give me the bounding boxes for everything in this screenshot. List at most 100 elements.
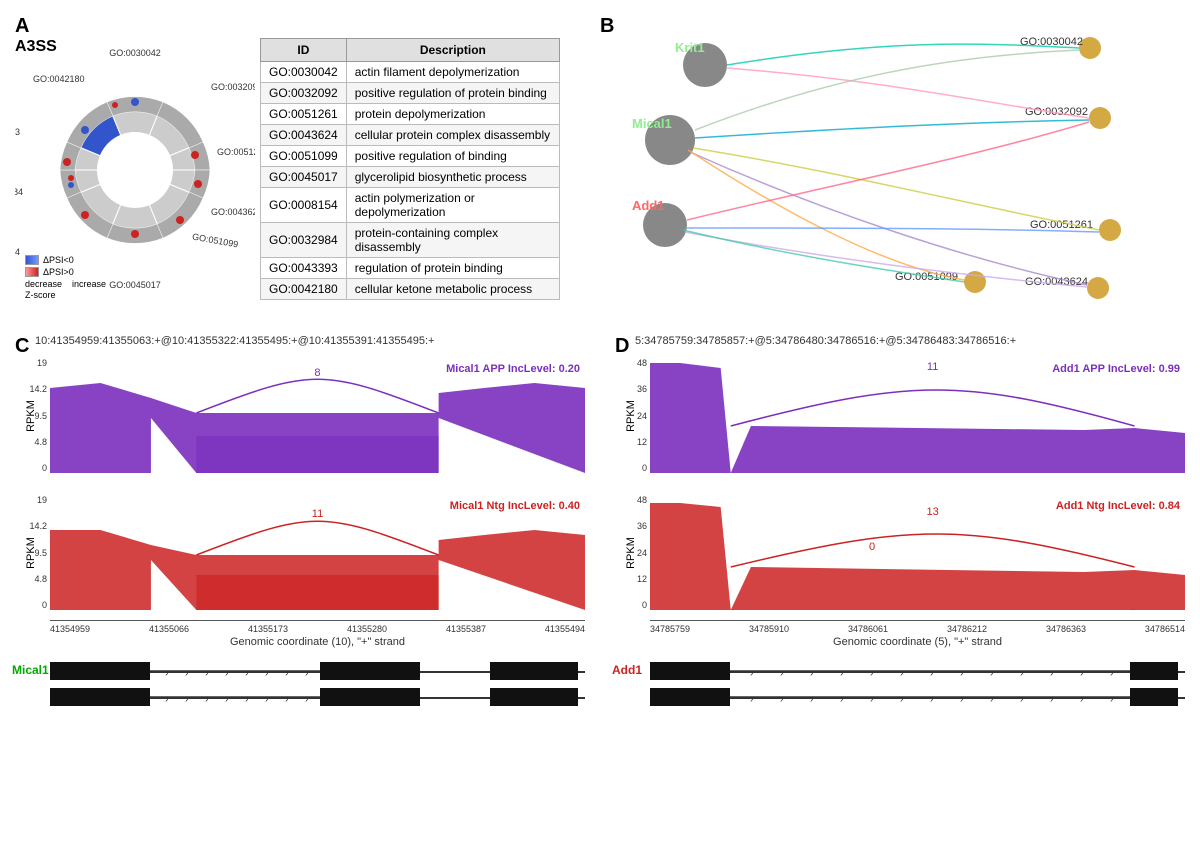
ntg-rpkm-plot: 1914.29.54.80 RPKM 11 21 Mical1 Ntg IncL… — [50, 495, 585, 610]
legend-zscore: Z-score — [25, 290, 56, 300]
svg-text:›: › — [1050, 694, 1053, 705]
svg-text:›: › — [285, 694, 288, 705]
ntg-track-container: 1914.29.54.80 RPKM 11 21 Mical1 Ntg IncL… — [10, 495, 590, 610]
ntg-area-chart: 11 21 — [50, 495, 585, 610]
panel-d-title: 5:34785759:34785857:+@5:34786480:3478651… — [635, 335, 1016, 347]
svg-text:›: › — [1110, 694, 1113, 705]
panel-b: B Krit1 Mical1 Add1 GO:0030042 GO:003209… — [600, 10, 1190, 320]
d-ntg-track-container: 483624120 RPKM 13 2 0 Add1 Ntg IncLevel:… — [610, 495, 1190, 610]
go-desc-cell: regulation of protein binding — [346, 258, 559, 279]
panel-b-label: B — [600, 15, 614, 38]
app-rpkm-label: RPKM — [25, 400, 37, 432]
d-app-inc-level: Add1 APP IncLevel: 0.99 — [1052, 363, 1180, 375]
svg-text:GO:0045017: GO:0045017 — [109, 280, 161, 290]
svg-text:›: › — [1110, 668, 1113, 679]
c-x-axis: 4135495941355066413551734135528041355387… — [50, 620, 585, 648]
svg-text:›: › — [930, 694, 933, 705]
svg-text:›: › — [265, 668, 268, 679]
d-ntg-rpkm-label: RPKM — [625, 537, 637, 569]
panel-d: D 5:34785759:34785857:+@5:34786480:34786… — [610, 330, 1190, 840]
go-table-row: GO:0032092positive regulation of protein… — [261, 83, 560, 104]
go-table-row: GO:0030042actin filament depolymerizatio… — [261, 62, 560, 83]
svg-text:›: › — [165, 694, 168, 705]
c-axis-title: Genomic coordinate (10), "+" strand — [50, 636, 585, 648]
svg-text:8: 8 — [314, 367, 320, 379]
go-table-row: GO:0032984protein-containing complex dis… — [261, 223, 560, 258]
legend-dpsi-lt0: ΔPSI<0 — [43, 255, 74, 265]
legend: ΔPSI<0 ΔPSI>0 decrease increase Z-score — [25, 255, 106, 300]
go-id-cell: GO:0043624 — [261, 125, 347, 146]
d-ntg-rpkm-plot: 483624120 RPKM 13 2 0 Add1 Ntg IncLevel:… — [650, 495, 1185, 610]
svg-text:›: › — [1080, 668, 1083, 679]
svg-text:›: › — [1020, 668, 1023, 679]
legend-decrease: decrease — [25, 279, 62, 289]
go-id-cell: GO:0042180 — [261, 279, 347, 300]
svg-text:›: › — [960, 694, 963, 705]
app-track-container: 1914.29.54.80 RPKM 8 37 Mical1 APP IncLe… — [10, 358, 590, 473]
app-inc-level: Mical1 APP IncLevel: 0.20 — [446, 363, 580, 375]
app-area-chart: 8 37 — [50, 358, 585, 473]
d-app-rpkm-label: RPKM — [625, 400, 637, 432]
panel-a: A A3SS — [10, 10, 570, 320]
d-x-axis: 3478575934785910347860613478621234786363… — [650, 620, 1185, 648]
legend-dpsi-gt0: ΔPSI>0 — [43, 267, 74, 277]
svg-text:Krit1: Krit1 — [675, 40, 705, 55]
go-table-row: GO:0043393regulation of protein binding — [261, 258, 560, 279]
go-table-row: GO:0045017glycerolipid biosynthetic proc… — [261, 167, 560, 188]
go-desc-cell: protein depolymerization — [346, 104, 559, 125]
svg-text:Add1: Add1 — [632, 198, 665, 213]
circular-diagram: GO:0030042 GO:0032092 GO:0051261 GO:0043… — [15, 40, 255, 300]
c-gene-label: Mical1 — [12, 663, 49, 677]
svg-text:›: › — [810, 668, 813, 679]
d-app-track-container: 483624120 RPKM 11 0 Add1 APP IncLevel: 0… — [610, 358, 1190, 473]
svg-text:›: › — [205, 694, 208, 705]
svg-text:›: › — [750, 668, 753, 679]
svg-text:›: › — [990, 694, 993, 705]
svg-text:›: › — [780, 694, 783, 705]
svg-text:›: › — [780, 668, 783, 679]
d-gene-label: Add1 — [612, 663, 642, 677]
go-table-desc-header: Description — [346, 39, 559, 62]
svg-text:›: › — [1050, 668, 1053, 679]
svg-text:GO:0051261: GO:0051261 — [1030, 219, 1093, 231]
svg-text:›: › — [265, 694, 268, 705]
svg-text:›: › — [750, 694, 753, 705]
svg-text:GO:0008154: GO:0008154 — [15, 247, 20, 257]
panel-c: C 10:41354959:41355063:+@10:41355322:413… — [10, 330, 590, 840]
svg-text:›: › — [870, 694, 873, 705]
svg-text:›: › — [225, 668, 228, 679]
svg-text:GO:0032984: GO:0032984 — [15, 187, 23, 197]
svg-text:GO:0032092: GO:0032092 — [211, 82, 255, 92]
d-axis-title: Genomic coordinate (5), "+" strand — [650, 636, 1185, 648]
legend-increase: increase — [72, 279, 106, 289]
svg-text:0: 0 — [869, 541, 875, 553]
go-id-cell: GO:0030042 — [261, 62, 347, 83]
panel-d-label: D — [615, 335, 629, 358]
svg-text:›: › — [990, 668, 993, 679]
ntg-rpkm-label: RPKM — [25, 537, 37, 569]
svg-text:›: › — [305, 668, 308, 679]
d-app-rpkm-plot: 483624120 RPKM 11 0 Add1 APP IncLevel: 0… — [650, 358, 1185, 473]
svg-text:›: › — [930, 668, 933, 679]
go-desc-cell: positive regulation of protein binding — [346, 83, 559, 104]
svg-text:›: › — [165, 668, 168, 679]
svg-text:›: › — [305, 694, 308, 705]
svg-text:13: 13 — [926, 506, 938, 518]
go-desc-cell: protein-containing complex disassembly — [346, 223, 559, 258]
go-id-cell: GO:0051099 — [261, 146, 347, 167]
go-desc-cell: glycerolipid biosynthetic process — [346, 167, 559, 188]
d-app-area-chart: 11 0 — [650, 358, 1185, 473]
svg-text:›: › — [810, 694, 813, 705]
panel-c-title: 10:41354959:41355063:+@10:41355322:41355… — [35, 335, 434, 347]
svg-text:›: › — [285, 668, 288, 679]
d-ntg-area-chart: 13 2 0 — [650, 495, 1185, 610]
svg-text:GO:0042180: GO:0042180 — [33, 74, 85, 84]
svg-text:GO:0051261: GO:0051261 — [217, 147, 255, 157]
svg-text:›: › — [900, 668, 903, 679]
go-desc-cell: cellular protein complex disassembly — [346, 125, 559, 146]
d-ntg-inc-level: Add1 Ntg IncLevel: 0.84 — [1056, 500, 1180, 512]
go-desc-cell: cellular ketone metabolic process — [346, 279, 559, 300]
app-rpkm-plot: 1914.29.54.80 RPKM 8 37 Mical1 APP IncLe… — [50, 358, 585, 473]
svg-text:Mical1: Mical1 — [632, 116, 672, 131]
svg-text:›: › — [840, 694, 843, 705]
